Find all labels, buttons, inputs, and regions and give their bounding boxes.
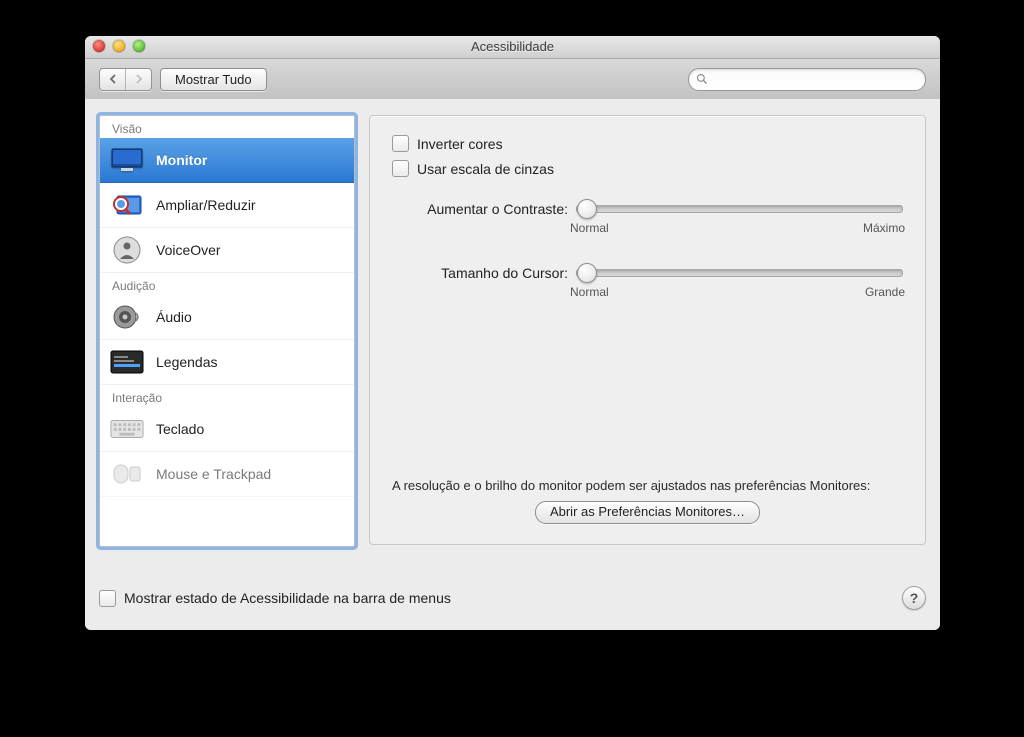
invert-colors-checkbox[interactable] [392, 135, 409, 152]
sidebar-group-vision: Visão [100, 116, 354, 138]
body: Visão Monitor Ampliar/Reduzir VoiceOver … [85, 99, 940, 630]
sidebar-item-label: Mouse e Trackpad [156, 466, 271, 482]
voiceover-icon [110, 236, 144, 264]
sidebar-item-zoom[interactable]: Ampliar/Reduzir [100, 183, 354, 228]
show-all-button[interactable]: Mostrar Tudo [160, 68, 267, 91]
contrast-min: Normal [570, 221, 609, 235]
sidebar-item-audio[interactable]: Áudio [100, 295, 354, 340]
grayscale-row: Usar escala de cinzas [392, 160, 903, 177]
cursor-max: Grande [865, 285, 905, 299]
contrast-slider[interactable] [576, 205, 903, 213]
status-menu-label: Mostrar estado de Acessibilidade na barr… [124, 590, 451, 606]
sidebar-item-voiceover[interactable]: VoiceOver [100, 228, 354, 273]
show-all-label: Mostrar Tudo [175, 72, 252, 87]
captions-icon [110, 348, 144, 376]
sidebar-item-captions[interactable]: Legendas [100, 340, 354, 385]
contrast-thumb[interactable] [577, 199, 597, 219]
sidebar-item-monitor[interactable]: Monitor [100, 138, 354, 183]
audio-icon [110, 303, 144, 331]
cursor-thumb[interactable] [577, 263, 597, 283]
contrast-slider-row: Aumentar o Contraste: [392, 201, 903, 217]
sidebar-item-label: VoiceOver [156, 242, 221, 258]
invert-colors-label: Inverter cores [417, 136, 503, 152]
cursor-ticks: Normal Grande [392, 285, 903, 299]
open-displays-label: Abrir as Preferências Monitores… [550, 504, 745, 519]
back-button[interactable] [100, 69, 125, 90]
search-box [688, 68, 926, 91]
cursor-slider[interactable] [576, 269, 903, 277]
preferences-window: Acessibilidade Mostrar Tudo Visão Monito… [85, 36, 940, 630]
window-title: Acessibilidade [471, 39, 554, 54]
help-button[interactable]: ? [902, 586, 926, 610]
sidebar: Visão Monitor Ampliar/Reduzir VoiceOver … [99, 115, 355, 547]
sidebar-item-mouse[interactable]: Mouse e Trackpad [100, 452, 354, 497]
minimize-button[interactable] [113, 40, 125, 52]
mouse-icon [110, 460, 144, 488]
sidebar-scroll[interactable]: Visão Monitor Ampliar/Reduzir VoiceOver … [100, 116, 354, 546]
displays-note: A resolução e o brilho do monitor podem … [392, 478, 903, 524]
grayscale-checkbox[interactable] [392, 160, 409, 177]
displays-note-text: A resolução e o brilho do monitor podem … [392, 478, 870, 493]
open-displays-button[interactable]: Abrir as Preferências Monitores… [535, 501, 760, 524]
search-input[interactable] [688, 68, 926, 91]
monitor-icon [110, 146, 144, 174]
status-menu-checkbox[interactable] [99, 590, 116, 607]
sidebar-item-label: Legendas [156, 354, 218, 370]
traffic-lights [93, 40, 145, 52]
close-button[interactable] [93, 40, 105, 52]
contrast-label: Aumentar o Contraste: [392, 201, 576, 217]
invert-colors-row: Inverter cores [392, 135, 903, 152]
contrast-max: Máximo [863, 221, 905, 235]
sidebar-item-label: Monitor [156, 152, 207, 168]
cursor-slider-row: Tamanho do Cursor: [392, 265, 903, 281]
forward-button[interactable] [125, 69, 151, 90]
keyboard-icon [110, 415, 144, 443]
content-pane: Inverter cores Usar escala de cinzas Aum… [369, 115, 926, 545]
zoom-button[interactable] [133, 40, 145, 52]
toolbar: Mostrar Tudo [85, 59, 940, 100]
sidebar-group-interaction: Interação [100, 385, 354, 407]
cursor-min: Normal [570, 285, 609, 299]
titlebar[interactable]: Acessibilidade [85, 36, 940, 59]
nav-buttons [99, 68, 152, 91]
sidebar-item-keyboard[interactable]: Teclado [100, 407, 354, 452]
footer: Mostrar estado de Acessibilidade na barr… [99, 586, 926, 610]
zoom-icon [110, 191, 144, 219]
sidebar-item-label: Teclado [156, 421, 204, 437]
grayscale-label: Usar escala de cinzas [417, 161, 554, 177]
sidebar-item-label: Ampliar/Reduzir [156, 197, 256, 213]
sidebar-item-label: Áudio [156, 309, 192, 325]
sidebar-group-hearing: Audição [100, 273, 354, 295]
cursor-label: Tamanho do Cursor: [392, 265, 576, 281]
contrast-ticks: Normal Máximo [392, 221, 903, 235]
help-icon: ? [910, 590, 919, 606]
search-icon [696, 73, 708, 85]
